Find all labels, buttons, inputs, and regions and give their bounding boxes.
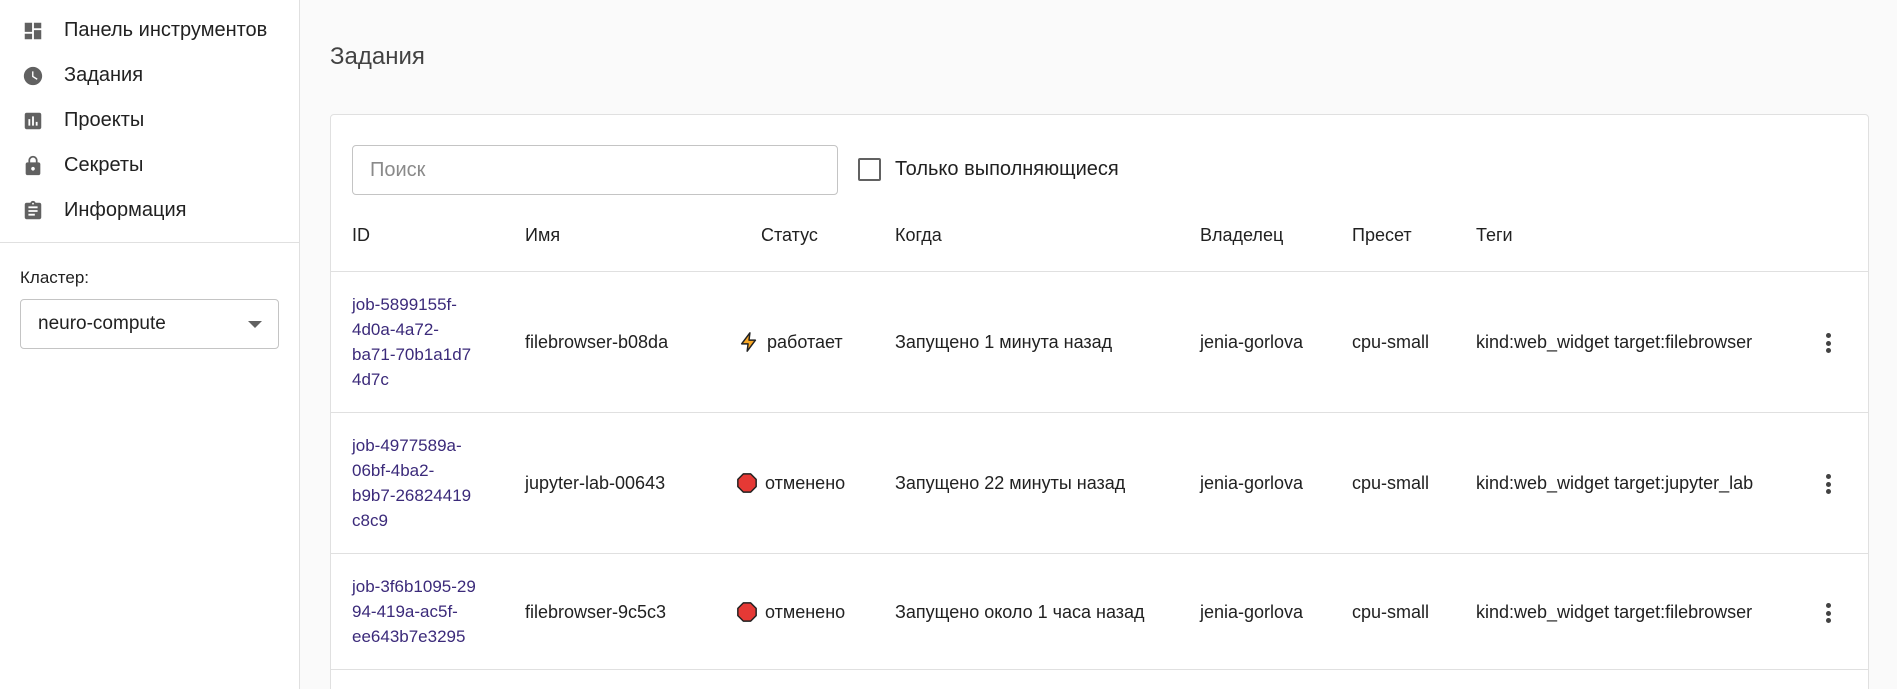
sidebar-item-label: Секреты bbox=[64, 154, 144, 176]
more-vert-icon[interactable] bbox=[1816, 331, 1840, 355]
job-name: jupyter-lab-00643 bbox=[525, 473, 666, 493]
sidebar-item-dashboard[interactable]: Панель инструментов bbox=[0, 8, 299, 53]
search-input[interactable] bbox=[352, 145, 838, 195]
stop-icon bbox=[735, 471, 759, 495]
lock-icon bbox=[22, 155, 44, 177]
table-row: job-5899155f- 4d0a-4a72- ba71-70b1a1d7 4… bbox=[331, 272, 1868, 413]
job-when: Запущено 1 минута назад bbox=[895, 332, 1113, 352]
cluster-select-value: neuro-compute bbox=[38, 313, 166, 334]
only-running-checkbox[interactable] bbox=[858, 158, 881, 181]
only-running-label: Только выполняющиеся bbox=[895, 158, 1119, 180]
job-status: отменено bbox=[735, 600, 845, 624]
column-header-owner: Владелец bbox=[1200, 225, 1284, 245]
page-title: Задания bbox=[330, 43, 425, 70]
sidebar-item-label: Информация bbox=[64, 199, 187, 221]
job-name: filebrowser-9c5c3 bbox=[525, 602, 667, 622]
job-when: Запущено около 1 часа назад bbox=[895, 602, 1145, 622]
sidebar-item-label: Проекты bbox=[64, 109, 145, 131]
column-header-id: ID bbox=[352, 225, 370, 245]
table-row: job-4977589a- 06bf-4ba2- b9b7-26824419 c… bbox=[331, 413, 1868, 554]
job-tags: kind:web_widget target:filebrowser bbox=[1476, 602, 1753, 622]
sidebar-item-secrets[interactable]: Секреты bbox=[0, 143, 299, 188]
sidebar-item-label: Панель инструментов bbox=[64, 19, 268, 41]
only-running-filter[interactable]: Только выполняющиеся bbox=[858, 158, 1119, 181]
job-status-label: отменено bbox=[765, 472, 846, 493]
job-preset: cpu-small bbox=[1352, 602, 1430, 622]
sidebar: Панель инструментов Задания Проекты Секр… bbox=[0, 0, 300, 689]
job-status: отменено bbox=[735, 471, 845, 495]
more-vert-icon[interactable] bbox=[1816, 601, 1840, 625]
job-owner: jenia-gorlova bbox=[1200, 332, 1304, 352]
job-owner: jenia-gorlova bbox=[1200, 602, 1304, 622]
job-id-link[interactable]: job-3f6b1095-29 94-419a-ac5f- ee643b7e32… bbox=[352, 574, 492, 649]
job-status: работает bbox=[737, 330, 843, 354]
job-tags: kind:web_widget target:jupyter_lab bbox=[1476, 473, 1754, 493]
bar-chart-icon bbox=[22, 110, 44, 132]
job-id-link[interactable]: job-5899155f- 4d0a-4a72- ba71-70b1a1d7 4… bbox=[352, 292, 492, 392]
column-header-preset: Пресет bbox=[1352, 225, 1412, 245]
column-header-name: Имя bbox=[525, 225, 561, 245]
job-tags: kind:web_widget target:filebrowser bbox=[1476, 332, 1753, 352]
column-header-tags: Теги bbox=[1476, 225, 1513, 245]
sidebar-item-label: Задания bbox=[64, 64, 144, 86]
column-header-when: Когда bbox=[895, 225, 942, 245]
jobs-card: Только выполняющиеся ID Имя Статус Когда… bbox=[330, 114, 1869, 689]
sidebar-item-projects[interactable]: Проекты bbox=[0, 98, 299, 143]
job-name: filebrowser-b08da bbox=[525, 332, 669, 352]
sidebar-nav: Панель инструментов Задания Проекты Секр… bbox=[0, 0, 299, 233]
sidebar-divider bbox=[0, 242, 299, 243]
cluster-select[interactable]: neuro-compute bbox=[20, 299, 279, 349]
more-vert-icon[interactable] bbox=[1816, 472, 1840, 496]
sidebar-item-info[interactable]: Информация bbox=[0, 188, 299, 233]
lightning-icon bbox=[737, 330, 761, 354]
cluster-label: Кластер: bbox=[20, 268, 90, 287]
job-status-label: отменено bbox=[765, 601, 846, 622]
chevron-down-icon bbox=[248, 321, 262, 328]
job-preset: cpu-small bbox=[1352, 473, 1430, 493]
job-preset: cpu-small bbox=[1352, 332, 1430, 352]
job-id-link[interactable]: job-4977589a- 06bf-4ba2- b9b7-26824419 c… bbox=[352, 433, 492, 533]
column-header-status: Статус bbox=[761, 225, 818, 245]
job-status-label: работает bbox=[767, 331, 843, 352]
sidebar-item-jobs[interactable]: Задания bbox=[0, 53, 299, 98]
clipboard-icon bbox=[22, 200, 44, 222]
job-owner: jenia-gorlova bbox=[1200, 473, 1304, 493]
clock-icon bbox=[22, 65, 44, 87]
job-when: Запущено 22 минуты назад bbox=[895, 473, 1126, 493]
table-row: job-3f6b1095-29 94-419a-ac5f- ee643b7e32… bbox=[331, 554, 1868, 670]
stop-icon bbox=[735, 600, 759, 624]
dashboard-icon bbox=[22, 20, 44, 42]
